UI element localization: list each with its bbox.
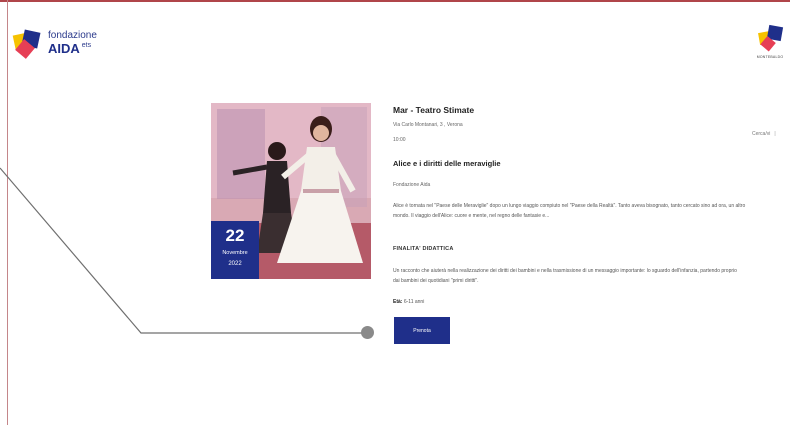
side-filter-separator: | [774,131,776,137]
event-date-month: Novembre [222,250,248,256]
annotation-pointer-dot [361,326,374,339]
event-address: Via Carlo Montanari, 3 , Verona [393,122,463,128]
logo-aida-text: AIDA [48,41,80,56]
event-date-year: 2022 [228,261,242,267]
partner-badge-caption: MONTEBALDO [756,55,784,59]
event-description: Alice è tornata nel "Paese delle Meravig… [393,203,746,219]
partner-badge-icon [758,24,784,52]
logo-line-fondazione: fondazione [48,30,97,41]
logo-ets-text: ets [81,42,92,49]
book-button[interactable]: Prenota [394,317,450,344]
side-filter-control[interactable]: Cerca/vi | [752,131,776,137]
logo-line-aida: AIDA ets [48,42,97,55]
event-age-value: 6-11 anni [403,299,425,305]
event-age-range: Età: 6-11 anni [393,299,424,305]
logo-mark-icon [12,29,41,59]
frame-left-border [7,0,8,425]
event-venue: Mar - Teatro Stimate [393,105,475,115]
partner-badge[interactable]: MONTEBALDO [754,24,786,62]
site-logo[interactable]: fondazione AIDA ets [11,26,121,66]
side-filter-label: Cerca/vi [752,131,771,137]
frame-top-border [0,0,790,2]
event-organizer: Fondazione Aida [393,182,431,188]
logo-wordmark: fondazione AIDA ets [48,30,97,56]
section-heading-didactic: FINALITA' DIDATTICA [393,246,454,252]
event-date-day: 22 [225,226,245,245]
event-time: 10:00 [393,137,406,143]
event-date-box: 22 Novembre 2022 [211,221,259,279]
section-body-didactic: Un racconto che aiuterà nella realizzazi… [393,268,737,284]
event-age-label: Età: [393,299,403,305]
event-title[interactable]: Alice e i diritti delle meraviglie [393,159,501,168]
